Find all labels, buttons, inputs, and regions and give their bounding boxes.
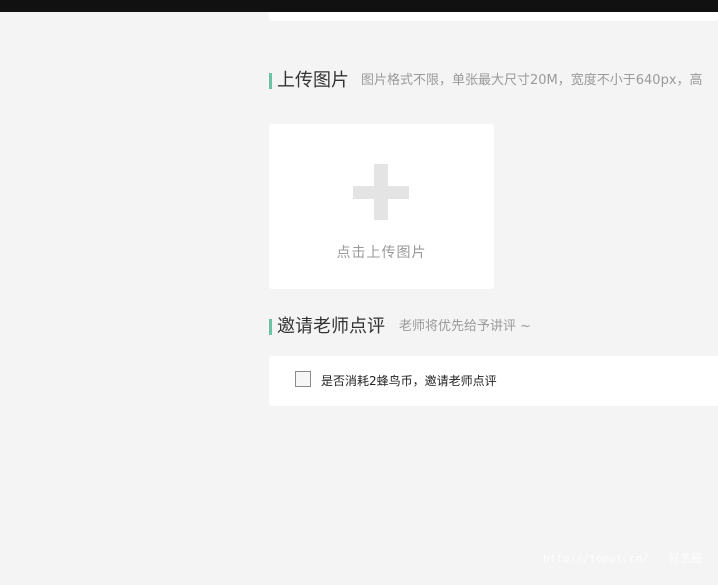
upload-image-button[interactable]: 点击上传图片 [269, 124, 494, 289]
section-accent-bar [269, 73, 272, 89]
upload-section-title: 上传图片 [277, 70, 349, 91]
section-accent-bar [269, 319, 272, 335]
invite-teacher-checkbox-label[interactable]: 是否消耗2蜂鸟币，邀请老师点评 [321, 373, 497, 389]
invite-section-header: 邀请老师点评 老师将优先给予讲评 ~ [269, 316, 718, 338]
upload-image-label: 点击上传图片 [336, 245, 427, 261]
top-bar [0, 0, 718, 12]
upload-section-header: 上传图片 图片格式不限，单张最大尺寸20M，宽度不小于640px，高 [269, 70, 718, 92]
invite-section-hint: 老师将优先给予讲评 ~ [399, 319, 532, 334]
invite-section-title: 邀请老师点评 [277, 316, 385, 337]
previous-section-card [269, 12, 718, 21]
watermark: http://toput.cn/ · 好艺圈 [543, 552, 702, 565]
invite-teacher-card: 是否消耗2蜂鸟币，邀请老师点评 [269, 356, 718, 406]
invite-teacher-checkbox[interactable] [295, 371, 311, 387]
upload-section-hint: 图片格式不限，单张最大尺寸20M，宽度不小于640px，高 [361, 73, 703, 88]
